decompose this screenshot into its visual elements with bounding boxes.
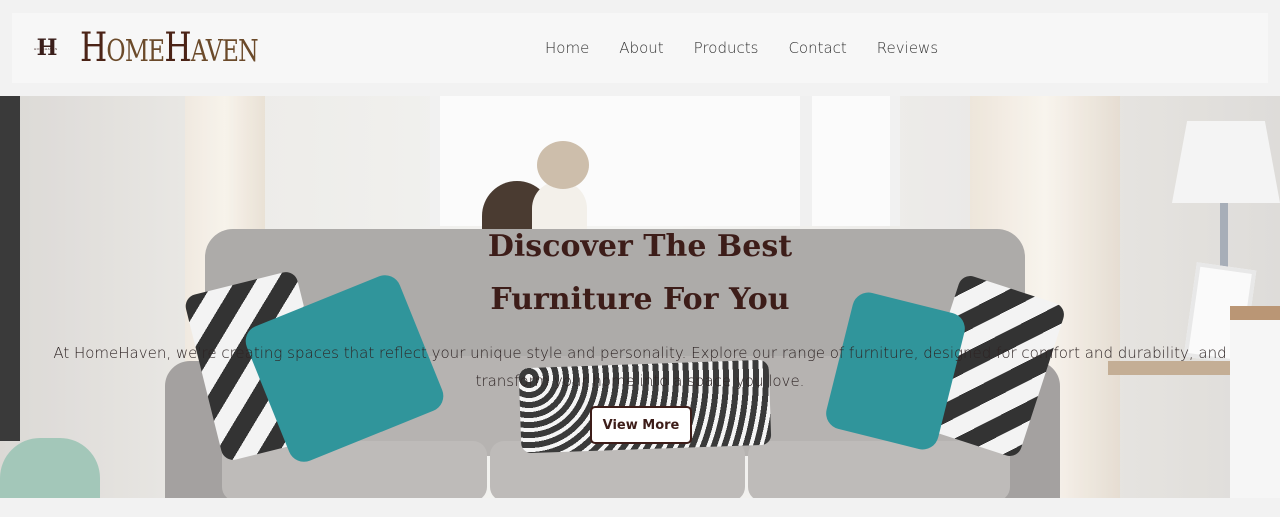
main-nav: Home About Products Contact Reviews xyxy=(545,13,968,83)
brand-name-rest-2: AVEN xyxy=(190,34,259,69)
nav-home[interactable]: Home xyxy=(545,39,589,57)
brand-name-rest-1: OME xyxy=(106,34,165,69)
brand-name-cap-1: H xyxy=(80,25,107,71)
nav-contact[interactable]: Contact xyxy=(788,39,846,57)
nav-products[interactable]: Products xyxy=(694,39,759,57)
hero-title-line-1: Discover The Best xyxy=(487,229,793,264)
brand-name-cap-2: H xyxy=(164,25,191,71)
hero-section: Discover The Best Furniture For You At H… xyxy=(0,96,1280,498)
brand-name: HOMEHAVEN xyxy=(80,25,259,71)
logo-mark-tiny-text: HOMEHAVEN xyxy=(34,47,58,51)
nav-about[interactable]: About xyxy=(619,39,663,57)
view-more-button[interactable]: View More xyxy=(590,406,692,444)
logo-mark-icon: H HOMEHAVEN xyxy=(26,28,68,68)
hero-title-line-2: Furniture For You xyxy=(490,282,790,317)
hero-description: At HomeHaven, we're creating spaces that… xyxy=(53,344,1227,390)
site-header: H HOMEHAVEN HOMEHAVEN Home About Product… xyxy=(12,13,1268,83)
brand-logo[interactable]: H HOMEHAVEN HOMEHAVEN xyxy=(26,28,308,68)
nav-reviews[interactable]: Reviews xyxy=(877,39,938,57)
